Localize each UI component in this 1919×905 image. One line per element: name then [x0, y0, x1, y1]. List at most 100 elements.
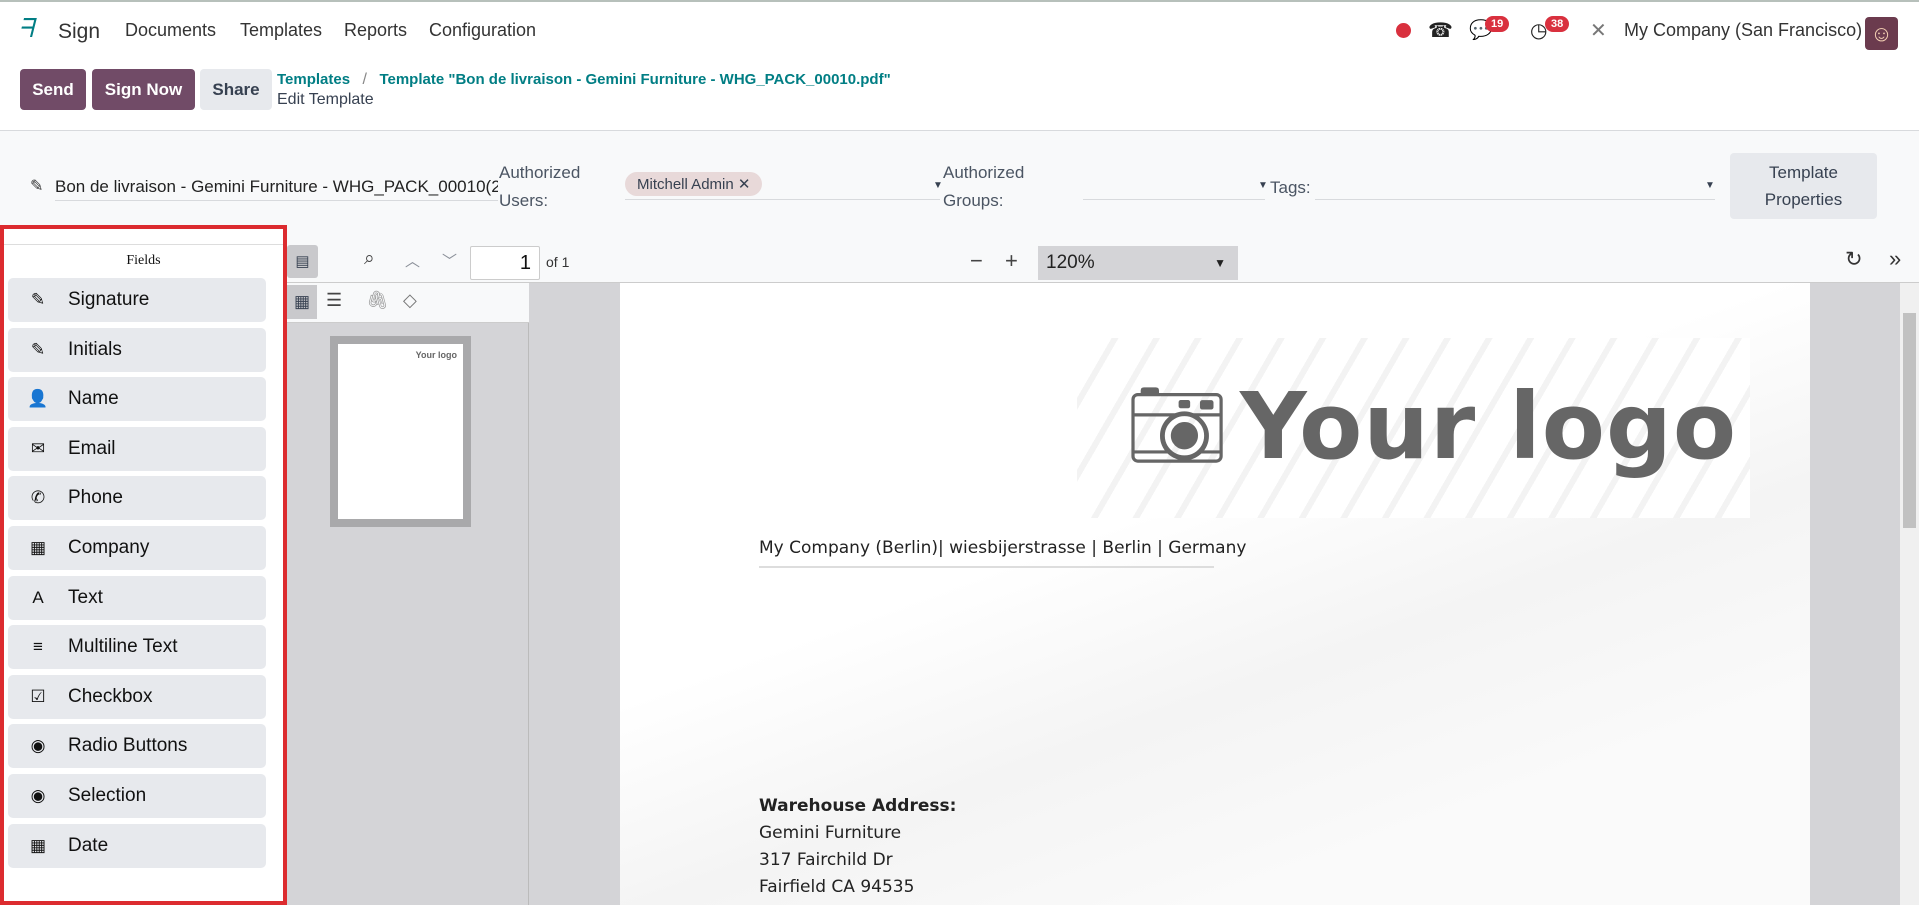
authorized-users-input[interactable]: Mitchell Admin ✕ — [625, 172, 940, 200]
field-selection-button[interactable]: ◉ Selection — [8, 774, 266, 818]
field-icon: ≡ — [33, 637, 43, 657]
address-line: 317 Fairchild Dr — [759, 850, 893, 870]
breadcrumb: Templates / Template "Bon de livraison -… — [277, 71, 891, 109]
nav-reports[interactable]: Reports — [344, 20, 407, 41]
sign-now-button[interactable]: Sign Now — [92, 69, 195, 110]
field-icon: ✉ — [30, 438, 46, 458]
pencil-icon: ✎ — [30, 178, 44, 195]
fields-title: Fields — [4, 244, 283, 269]
field-label: Multiline Text — [68, 636, 178, 658]
outline-icon[interactable]: ☰ — [326, 290, 342, 311]
zoom-in-icon[interactable]: + — [1005, 248, 1018, 274]
nav-templates[interactable]: Templates — [240, 20, 322, 41]
field-label: Email — [68, 437, 116, 459]
app-name[interactable]: Sign — [58, 20, 100, 44]
template-name-input[interactable]: Bon de livraison - Gemini Furniture - WH… — [55, 173, 498, 201]
field-icon: ▦ — [29, 835, 47, 855]
share-button[interactable]: Share — [200, 69, 272, 110]
field-company-button[interactable]: ▦ Company — [8, 526, 266, 570]
template-properties-button[interactable]: Template Properties — [1730, 153, 1877, 219]
tags-label: Tags: — [1270, 178, 1311, 197]
camera-icon: 📷︎ — [1125, 378, 1230, 473]
messages-badge: 19 — [1485, 16, 1510, 32]
field-radio-buttons-button[interactable]: ◉ Radio Buttons — [8, 724, 266, 769]
page-count: of 1 — [546, 254, 570, 270]
attachments-icon[interactable]: 🖇 — [366, 290, 389, 311]
search-icon[interactable]: ⌕ — [364, 248, 375, 270]
activities-badge: 38 — [1545, 16, 1570, 32]
nav-configuration[interactable]: Configuration — [429, 20, 536, 41]
field-phone-button[interactable]: ✆ Phone — [8, 476, 266, 521]
user-avatar[interactable]: ☺ — [1865, 17, 1898, 50]
breadcrumb-templates-link[interactable]: Templates — [277, 71, 350, 88]
warehouse-label: Warehouse Address: — [759, 796, 957, 816]
previous-page-icon[interactable]: ︿ — [405, 250, 420, 271]
authorized-groups-input[interactable] — [1083, 172, 1265, 200]
breadcrumb-template-link[interactable]: Template "Bon de livraison - Gemini Furn… — [379, 71, 890, 88]
recording-dot-icon[interactable] — [1396, 23, 1411, 38]
field-icon: A — [32, 587, 44, 607]
viewer-scrollbar[interactable] — [1900, 283, 1919, 905]
thumbnails-view-icon[interactable]: ▦ — [287, 285, 317, 319]
breadcrumb-current: Edit Template — [277, 91, 374, 108]
field-label: Date — [68, 834, 109, 856]
field-label: Initials — [68, 338, 122, 360]
authorized-groups-label: Authorized Groups: — [943, 163, 1025, 210]
next-page-icon[interactable]: ﹀ — [442, 250, 457, 271]
top-navbar: ᖷ Sign Documents Templates Reports Confi… — [0, 0, 1919, 60]
field-icon: 👤 — [27, 389, 49, 409]
field-label: Phone — [68, 487, 123, 509]
field-label: Checkbox — [68, 685, 153, 707]
phone-icon[interactable]: ☎ — [1428, 18, 1453, 43]
field-multiline-text-button[interactable]: ≡ Multiline Text — [8, 625, 266, 670]
field-icon: ◉ — [30, 786, 46, 805]
zoom-value: 120% — [1046, 252, 1095, 273]
field-label: Text — [68, 586, 103, 608]
expand-tools-icon[interactable]: » — [1889, 246, 1901, 272]
user-tag-label: Mitchell Admin — [637, 176, 734, 193]
field-icon: ☑ — [30, 686, 46, 706]
field-label: Radio Buttons — [68, 735, 188, 757]
field-icon: ▦ — [29, 538, 47, 557]
breadcrumb-separator: / — [362, 71, 367, 88]
layers-icon[interactable]: ◇ — [403, 290, 417, 311]
field-icon: ◉ — [30, 736, 46, 756]
remove-tag-icon[interactable]: ✕ — [738, 176, 751, 193]
field-text-button[interactable]: A Text — [8, 575, 266, 620]
page-thumbnail[interactable]: Your logo — [330, 336, 471, 527]
address-line: Gemini Furniture — [759, 823, 902, 843]
sign-app-logo-icon[interactable]: ᖷ — [18, 14, 33, 45]
field-icon: ✎ — [30, 339, 46, 359]
users-dropdown-icon[interactable]: ▼ — [933, 180, 943, 191]
field-email-button[interactable]: ✉ Email — [8, 426, 266, 471]
reload-icon[interactable]: ↻ — [1845, 247, 1863, 272]
warehouse-address: Warehouse Address: Gemini Furniture 317 … — [759, 793, 956, 901]
tags-input[interactable] — [1315, 172, 1715, 200]
field-signature-button[interactable]: ✎ Signature — [8, 278, 266, 322]
scrollbar-thumb[interactable] — [1903, 313, 1916, 528]
company-switcher[interactable]: My Company (San Francisco) — [1624, 20, 1862, 41]
zoom-select[interactable]: 120% ▼ — [1038, 246, 1238, 280]
send-button[interactable]: Send — [20, 69, 86, 110]
zoom-out-icon[interactable]: − — [970, 248, 983, 274]
field-name-button[interactable]: 👤 Name — [8, 377, 266, 422]
thumbnail-logo: Your logo — [415, 350, 457, 360]
field-label: Name — [68, 388, 119, 410]
field-icon: ✆ — [30, 488, 46, 508]
field-initials-button[interactable]: ✎ Initials — [8, 327, 266, 372]
nav-documents[interactable]: Documents — [125, 20, 216, 41]
page-number-input[interactable]: 1 — [470, 246, 540, 280]
field-checkbox-button[interactable]: ☑ Checkbox — [8, 674, 266, 719]
address-line: Fairfield CA 94535 — [759, 877, 915, 897]
field-date-button[interactable]: ▦ Date — [8, 823, 266, 868]
pdf-page: 📷︎ Your logo My Company (Berlin)| wiesbi… — [620, 283, 1810, 905]
sidebar-toggle-icon[interactable]: ▤ — [287, 245, 318, 278]
logo-text: Your logo — [1240, 373, 1738, 480]
field-label: Company — [68, 537, 150, 558]
debug-tools-icon[interactable]: ✕ — [1590, 18, 1607, 43]
chevron-down-icon: ▼ — [1214, 256, 1226, 270]
field-label: Selection — [68, 785, 147, 806]
groups-dropdown-icon[interactable]: ▼ — [1258, 180, 1268, 191]
tags-dropdown-icon[interactable]: ▼ — [1705, 180, 1715, 191]
user-tag: Mitchell Admin ✕ — [625, 172, 763, 196]
